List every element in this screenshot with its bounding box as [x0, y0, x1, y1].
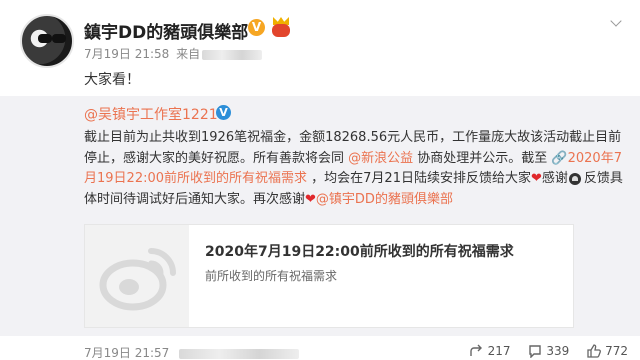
original-text-3: ，均会在7月21日陆续安排反馈给大家 [307, 171, 531, 186]
comment-count: 339 [546, 344, 570, 358]
original-text-4: 感谢 [541, 171, 568, 186]
heart-emoji-icon: ❤ [305, 191, 316, 207]
link-preview-card[interactable]: 2020年7月19日22:00前所收到的所有祝福需求 前所收到的所有祝福需求 [84, 224, 574, 328]
link-card-subtitle: 前所收到的所有祝福需求 [205, 269, 338, 283]
post-meta: 7月19日 21:58 来自 [84, 45, 263, 62]
weibo-logo-icon [85, 225, 189, 327]
avatar[interactable] [20, 14, 74, 68]
username[interactable]: 鎮宇DD的豬頭俱樂部 [84, 18, 248, 43]
like-count: 772 [605, 344, 628, 358]
comment-icon [529, 345, 542, 359]
original-author[interactable]: @吴镇宇工作室1221 [84, 104, 218, 124]
verified-badge-blue-icon: V [216, 105, 231, 120]
original-source-redacted [179, 348, 300, 359]
sunglasses-emoji-icon [568, 172, 584, 186]
like-icon [587, 344, 602, 358]
original-text-2: 协商处理并公示。截至 [413, 150, 552, 166]
reposted-content: @吴镇宇工作室1221 V 截止目前为止共收到1926笔祝福金，金额18268.… [0, 96, 640, 360]
share-count: 217 [487, 344, 511, 358]
heart-emoji-icon: ❤ [530, 171, 542, 186]
original-post-text: 截止目前为止共收到1926笔祝福金，金额18268.56元人民币，工作量庞大故该… [84, 128, 632, 210]
fan-badge-icon[interactable] [270, 17, 292, 37]
post-time[interactable]: 7月19日 21:58 [84, 47, 169, 61]
post-source-redacted [202, 49, 263, 60]
mention-fan-club[interactable]: @镇宇DD的豬頭俱樂部 [316, 192, 453, 207]
post-source-prefix: 来自 [176, 47, 201, 61]
like-button[interactable]: 772 [587, 344, 628, 358]
mention-sina-charity[interactable]: @新浪公益 [348, 151, 413, 166]
share-icon [469, 344, 482, 356]
verified-badge-icon: V [248, 19, 265, 36]
comment-button[interactable]: 339 [528, 344, 570, 359]
post-text: 大家看！ [84, 72, 140, 88]
action-bar: 217 339 772 [456, 344, 628, 359]
original-meta: 7月19日 21:57 [84, 344, 300, 360]
original-time[interactable]: 7月19日 21:57 [84, 346, 169, 360]
share-button[interactable]: 217 [469, 344, 511, 358]
weibo-post-card: 鎮宇DD的豬頭俱樂部 V 7月19日 21:58 来自 大家看！ @吴镇宇工作室… [0, 0, 640, 360]
link-card-title: 2020年7月19日22:00前所收到的所有祝福需求 [205, 244, 514, 260]
chevron-down-icon[interactable] [610, 18, 622, 30]
